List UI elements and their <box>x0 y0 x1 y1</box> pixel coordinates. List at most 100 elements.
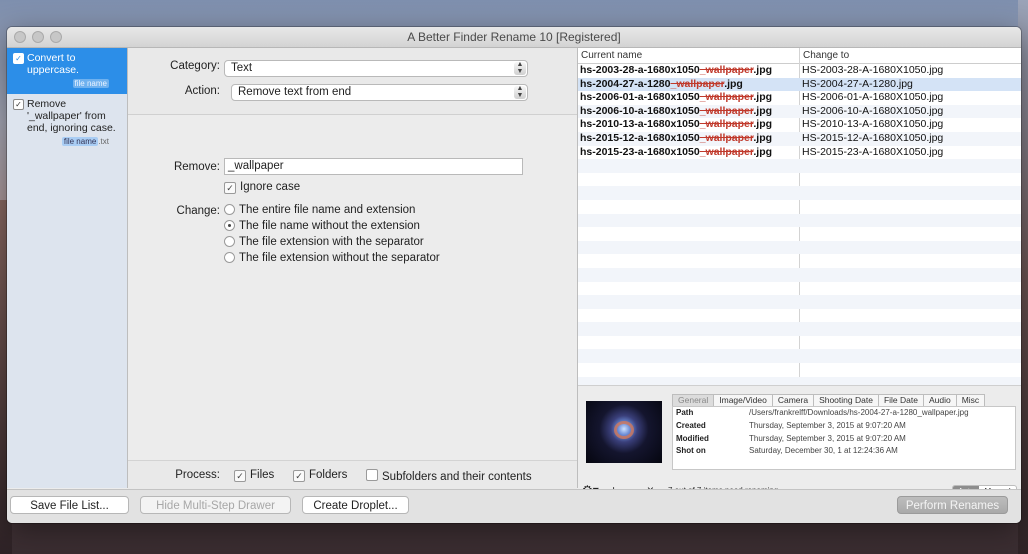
table-row[interactable]: hs-2015-23-a-1680x1050_wallpaper.jpg HS-2… <box>578 146 1021 160</box>
title-bar[interactable]: A Better Finder Rename 10 [Registered] <box>7 27 1021 48</box>
step-scope-tag: file name <box>61 137 99 146</box>
info-tab-misc[interactable]: Misc <box>955 394 986 406</box>
empty-row <box>578 200 1021 214</box>
step-scope: file name <box>13 79 123 88</box>
removed-text: _wallpaper <box>699 91 754 104</box>
category-label: Category: <box>170 60 220 72</box>
empty-row <box>578 267 1021 282</box>
info-tab-shooting-date[interactable]: Shooting Date <box>813 394 879 406</box>
metadata-table: Path/Users/frankrelff/Downloads/hs-2004-… <box>672 406 1016 470</box>
action-label: Action: <box>184 85 220 97</box>
empty-row <box>578 240 1021 255</box>
action-popup[interactable]: Remove text from end ▲ ▼ <box>231 84 528 101</box>
info-tab-camera[interactable]: Camera <box>771 394 815 406</box>
process-files-checkbox[interactable]: ✓ Files <box>234 469 274 482</box>
metadata-key: Created <box>676 420 706 430</box>
current-name-cell: hs-2006-01-a-1680x1050_wallpaper.jpg <box>580 91 773 104</box>
process-folders-checkbox[interactable]: ✓ Folders <box>293 469 347 482</box>
info-tab-image-video[interactable]: Image/Video <box>713 394 773 406</box>
category-action-area: Category: Text ▲ ▼ Action: Remove text fr… <box>128 48 577 115</box>
process-label: Process: <box>175 469 220 481</box>
change-to-cell: HS-2015-23-A-1680X1050.jpg <box>802 145 944 158</box>
step-enabled-checkbox[interactable]: ✓ <box>13 53 24 64</box>
radio-entire-name[interactable]: The entire file name and extension <box>224 204 415 216</box>
zoom-window-button[interactable] <box>50 31 62 43</box>
info-tab-audio[interactable]: Audio <box>922 394 957 406</box>
empty-row <box>578 254 1021 268</box>
step-item-remove[interactable]: ✓ Remove '_wallpaper' from end, ignoring … <box>7 94 127 150</box>
empty-row <box>578 282 1021 296</box>
empty-row <box>578 309 1021 323</box>
metadata-value: Thursday, September 3, 2015 at 9:07:20 A… <box>749 433 906 443</box>
action-value: Remove text from end <box>238 86 352 98</box>
checkmark-icon: ✓ <box>234 470 246 482</box>
column-header-change-to[interactable]: Change to <box>803 48 849 63</box>
removed-text: _wallpaper <box>699 64 754 76</box>
close-window-button[interactable] <box>14 31 26 43</box>
checkmark-icon: ✓ <box>224 182 236 194</box>
info-tab-general[interactable]: General <box>672 394 715 406</box>
current-name-cell: hs-2006-10-a-1680x1050_wallpaper.jpg <box>580 104 773 117</box>
file-thumbnail <box>586 401 662 463</box>
hide-drawer-button[interactable]: Hide Multi-Step Drawer <box>140 496 291 514</box>
metadata-key: Modified <box>676 433 709 443</box>
current-name-cell: hs-2015-23-a-1680x1050_wallpaper.jpg <box>580 145 773 158</box>
radio-name-without-extension[interactable]: The file name without the extension <box>224 220 420 232</box>
table-row[interactable]: hs-2003-28-a-1680x1050_wallpaper.jpg HS-2… <box>578 64 1021 78</box>
info-tabs: General Image/Video Camera Shooting Date Fil… <box>672 394 986 406</box>
removed-text: _wallpaper <box>670 77 725 90</box>
metadata-value: /Users/frankrelff/Downloads/hs-2004-27-a… <box>749 408 969 417</box>
remove-label: Remove: <box>173 161 220 173</box>
radio-extension-with-separator[interactable]: The file extension with the separator <box>224 236 424 248</box>
step-label: Convert to uppercase. <box>27 52 79 76</box>
column-header-current-name[interactable]: Current name <box>581 48 642 63</box>
ignore-case-checkbox[interactable]: ✓ Ignore case <box>224 181 300 194</box>
empty-row <box>578 186 1021 200</box>
change-label: Change: <box>176 205 220 217</box>
chevron-updown-icon: ▲ ▼ <box>514 85 526 99</box>
step-item-uppercase[interactable]: ✓ Convert to uppercase. file name <box>7 48 127 94</box>
process-subfolders-checkbox[interactable]: Subfolders and their contents <box>366 469 532 483</box>
empty-row <box>578 363 1021 377</box>
minimize-window-button[interactable] <box>32 31 44 43</box>
step-enabled-checkbox[interactable]: ✓ <box>13 99 24 110</box>
current-name-cell: hs-2015-12-a-1680x1050_wallpaper.jpg <box>580 131 773 144</box>
file-preview-panel: Current name Change to hs-2003-28-a-1680… <box>577 48 1021 499</box>
empty-row <box>578 349 1021 364</box>
change-to-cell: HS-2006-01-A-1680X1050.jpg <box>802 91 944 104</box>
change-to-cell: HS-2015-12-A-1680X1050.jpg <box>802 131 944 144</box>
metadata-value: Thursday, September 3, 2015 at 9:07:20 A… <box>749 420 906 430</box>
removed-text: _wallpaper <box>699 145 754 158</box>
metadata-row: Path/Users/frankrelff/Downloads/hs-2004-… <box>673 407 1015 420</box>
metadata-key: Path <box>676 408 694 417</box>
info-tab-file-date[interactable]: File Date <box>877 394 924 406</box>
removed-text: _wallpaper <box>699 104 754 117</box>
multi-step-drawer: ✓ Convert to uppercase. file name ✓ Remove… <box>7 48 128 510</box>
removed-text: _wallpaper <box>699 131 754 144</box>
table-row[interactable]: hs-2010-13-a-1680x1050_wallpaper.jpg HS-2… <box>578 118 1021 132</box>
file-info-panel: General Image/Video Camera Shooting Date Fil… <box>578 385 1021 489</box>
metadata-row: Modified Thursday, September 3, 2015 at 9… <box>673 433 1015 446</box>
table-row[interactable]: hs-2006-01-a-1680x1050_wallpaper.jpg HS-2… <box>578 91 1021 105</box>
change-to-cell: HS-2010-13-A-1680X1050.jpg <box>802 118 944 131</box>
empty-row <box>578 173 1021 187</box>
create-droplet-button[interactable]: Create Droplet... <box>302 496 409 514</box>
category-popup[interactable]: Text ▲ ▼ <box>224 60 528 77</box>
metadata-value: Saturday, December 30, 1 at 12:24:36 AM <box>749 446 898 456</box>
empty-row <box>578 227 1021 241</box>
table-row[interactable]: hs-2006-10-a-1680x1050_wallpaper.jpg HS-2… <box>578 104 1021 119</box>
remove-text-field[interactable]: _wallpaper <box>224 158 523 175</box>
radio-extension-without-separator[interactable]: The file extension without the separator <box>224 252 440 264</box>
step-scope-tag: file name <box>72 79 109 88</box>
empty-row <box>578 295 1021 309</box>
table-row[interactable]: hs-2015-12-a-1680x1050_wallpaper.jpg HS-2… <box>578 131 1021 146</box>
change-to-cell: HS-2003-28-A-1680X1050.jpg <box>802 64 944 76</box>
checkmark-icon: ✓ <box>293 470 305 482</box>
bottom-toolbar: Save File List... Hide Multi-Step Drawer… <box>7 489 1021 523</box>
window-title: A Better Finder Rename 10 [Registered] <box>407 30 621 44</box>
table-row[interactable]: hs-2004-27-a-1280_wallpaper.jpg HS-2004-2… <box>578 77 1021 92</box>
save-file-list-button[interactable]: Save File List... <box>10 496 129 514</box>
empty-row <box>578 336 1021 350</box>
category-value: Text <box>231 62 253 74</box>
perform-renames-button[interactable]: Perform Renames <box>897 496 1008 514</box>
